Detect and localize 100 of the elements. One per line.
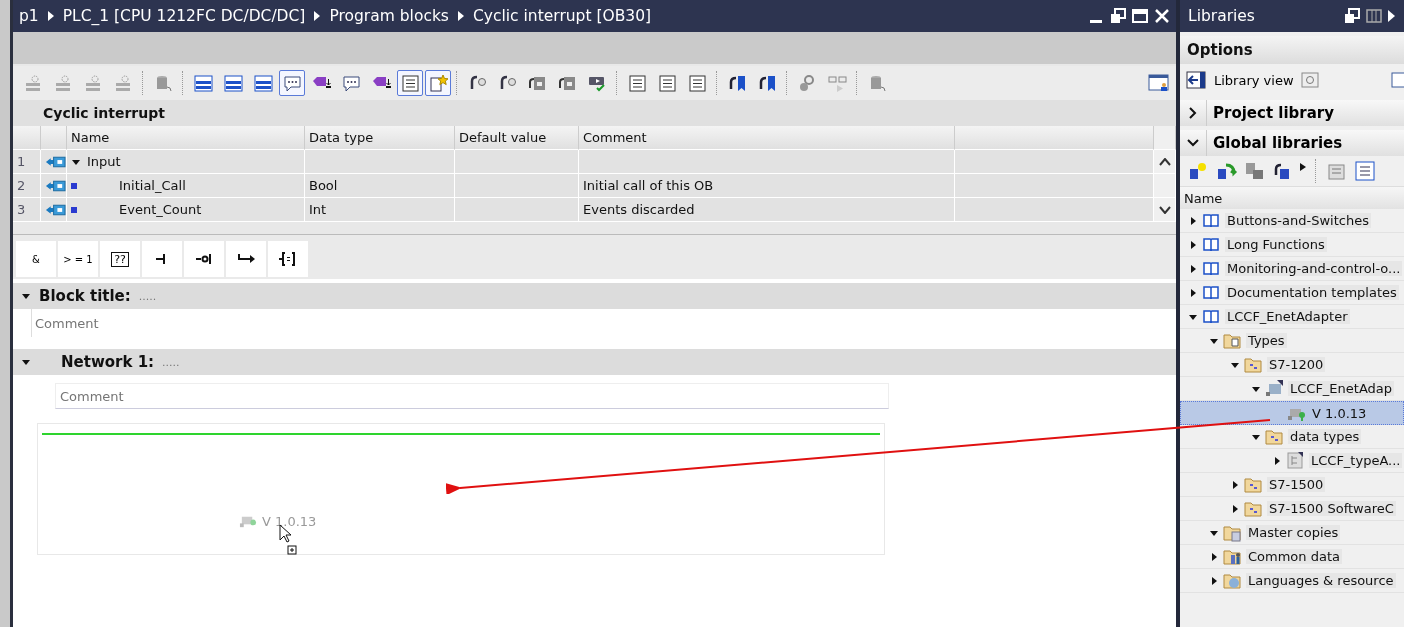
star-icon xyxy=(427,72,449,94)
library-tree-item[interactable]: LCCF_typeA... xyxy=(1180,449,1404,473)
column-header[interactable]: Default value xyxy=(455,126,579,150)
expand-arrow-icon[interactable] xyxy=(1209,575,1219,586)
library-section-header[interactable]: Global libraries xyxy=(1180,130,1404,156)
header-cell xyxy=(13,126,41,150)
library-tree-item[interactable]: LCCF_EnetAdapter xyxy=(1180,305,1404,329)
expand-arrow-icon[interactable] xyxy=(1188,239,1198,250)
expand-arrow-icon[interactable] xyxy=(1230,503,1240,514)
restore-icon[interactable] xyxy=(1344,8,1360,24)
split-view-icon[interactable] xyxy=(1366,8,1382,24)
column-header[interactable]: Data type xyxy=(305,126,455,150)
library-tree-item[interactable]: Documentation templates xyxy=(1180,281,1404,305)
comment-cell: Events discarded xyxy=(579,198,955,222)
save-library-icon[interactable] xyxy=(1244,161,1266,181)
column-header[interactable]: Name xyxy=(67,126,305,150)
network-comment-field[interactable]: Comment xyxy=(55,383,889,409)
folder-icon xyxy=(1223,571,1242,590)
tree-item-label: data types xyxy=(1288,429,1362,444)
library-tree-item[interactable]: data types xyxy=(1180,425,1404,449)
breadcrumb-item[interactable]: PLC_1 [CPU 1212FC DC/DC/DC] xyxy=(62,7,306,25)
library-section-header[interactable]: Project library xyxy=(1180,100,1404,126)
library-tree-item[interactable]: V 1.0.13 xyxy=(1180,401,1404,425)
breadcrumb-item[interactable]: Program blocks xyxy=(329,7,449,25)
expand-arrow-icon[interactable] xyxy=(1188,215,1198,226)
instruction-button[interactable]: & xyxy=(16,241,56,277)
breadcrumb-item[interactable]: Cyclic interrupt [OB30] xyxy=(472,7,652,25)
contact-button[interactable] xyxy=(142,241,182,277)
scroll-up-icon[interactable] xyxy=(1158,157,1171,166)
horizontal-scrollbar[interactable] xyxy=(13,222,1176,235)
library-tree-item[interactable]: Buttons-and-Switches xyxy=(1180,209,1404,233)
collapsed-side-panel[interactable] xyxy=(0,0,13,627)
tree-item-label: S7-1500 SoftwareC xyxy=(1267,501,1396,516)
rows-icon[interactable] xyxy=(252,72,274,94)
tree-item-label: S7-1200 xyxy=(1267,357,1326,372)
scroll-down-icon[interactable] xyxy=(1158,205,1171,214)
options-header: Options xyxy=(1180,36,1404,64)
library-tree-item[interactable]: Master copies xyxy=(1180,521,1404,545)
library-tree-item[interactable]: Common data xyxy=(1180,545,1404,569)
list-toggle[interactable] xyxy=(397,70,423,96)
block-title-label: Block title: xyxy=(39,287,131,305)
library-tree-item[interactable]: Types xyxy=(1180,329,1404,353)
tree-item-label: LCCF_EnetAdap xyxy=(1288,381,1395,396)
expand-arrow-icon[interactable] xyxy=(1188,287,1198,298)
star-toggle[interactable] xyxy=(425,70,451,96)
network-label: Network 1: xyxy=(61,353,155,371)
restore-icon[interactable] xyxy=(1110,8,1126,24)
speech-bubble-toggle[interactable] xyxy=(279,70,305,96)
parameter-square-icon xyxy=(71,182,77,189)
library-view-button[interactable]: Library view xyxy=(1186,71,1294,89)
expand-arrow-icon[interactable] xyxy=(1188,263,1198,274)
coil-icon xyxy=(278,249,298,269)
rows-icon[interactable] xyxy=(192,72,214,94)
expand-arrow-icon[interactable] xyxy=(1272,455,1282,466)
collapse-arrow-icon[interactable] xyxy=(21,291,31,301)
library-tree-item[interactable]: S7-1500 xyxy=(1180,473,1404,497)
header-cell xyxy=(41,126,67,150)
collapse-arrow-icon[interactable] xyxy=(21,357,31,367)
library-tree-item[interactable]: Languages & resource xyxy=(1180,569,1404,593)
folder-icon xyxy=(1265,427,1284,446)
folder-icon xyxy=(1244,475,1263,494)
parameter-square-icon xyxy=(71,206,77,213)
close-icon[interactable] xyxy=(1154,8,1170,24)
window-user-icon[interactable] xyxy=(1148,73,1170,93)
library-settings-icon[interactable] xyxy=(1299,71,1320,89)
list-icon[interactable] xyxy=(656,72,678,94)
chevron-down-icon xyxy=(1187,137,1199,149)
tree-item-label: Documentation templates xyxy=(1225,285,1399,300)
column-header[interactable]: Comment xyxy=(579,126,955,150)
branch-arrow-button[interactable] xyxy=(226,241,266,277)
tree-item-label: Master copies xyxy=(1246,525,1341,540)
tree-item-label: Languages & resource xyxy=(1246,573,1396,588)
tree-item-label: LCCF_EnetAdapter xyxy=(1225,309,1350,324)
rows-icon[interactable] xyxy=(222,72,244,94)
library-tree-item[interactable]: S7-1500 SoftwareC xyxy=(1180,497,1404,521)
library-tree-item[interactable]: S7-1200 xyxy=(1180,353,1404,377)
instruction-button[interactable]: > = 1 xyxy=(58,241,98,277)
expand-arrow-icon[interactable] xyxy=(1209,551,1219,562)
details-list-icon[interactable] xyxy=(1354,161,1376,181)
breadcrumb-item[interactable]: p1 xyxy=(19,7,39,25)
name-text: Input xyxy=(87,154,121,169)
expand-arrow-icon[interactable] xyxy=(1230,479,1240,490)
collapse-panel-icon[interactable] xyxy=(1388,8,1396,24)
row-number: 1 xyxy=(13,150,41,174)
library-tree-item[interactable]: Long Functions xyxy=(1180,233,1404,257)
list-icon[interactable] xyxy=(626,72,648,94)
coil-button[interactable] xyxy=(268,241,308,277)
library-tree-item[interactable]: Monitoring-and-control-o... xyxy=(1180,257,1404,281)
breadcrumb-arrow-icon xyxy=(456,11,465,21)
negated-contact-button[interactable] xyxy=(184,241,224,277)
tree-item-label: V 1.0.13 xyxy=(1311,405,1368,421)
column-header[interactable]: Name xyxy=(1180,187,1404,209)
datatype-icon xyxy=(1286,451,1305,470)
list-icon[interactable] xyxy=(686,72,708,94)
name-text: Event_Count xyxy=(119,202,202,217)
instruction-button[interactable]: ?? xyxy=(100,241,140,277)
row-number: 2 xyxy=(13,174,41,198)
open-library-icon[interactable] xyxy=(1216,161,1238,181)
maximize-icon[interactable] xyxy=(1132,8,1148,24)
block-icon xyxy=(1265,379,1284,398)
